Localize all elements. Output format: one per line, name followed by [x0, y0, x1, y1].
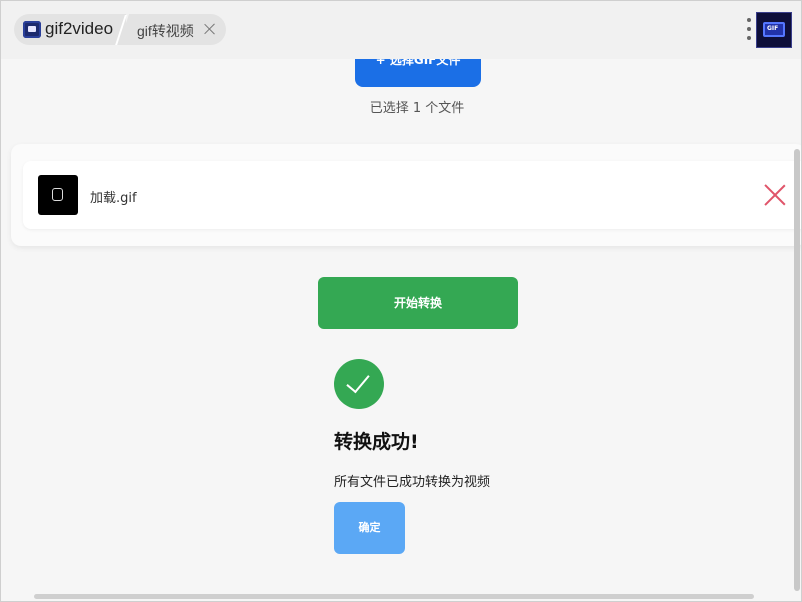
select-gif-button-label: + 选择GIF文件 [375, 59, 461, 67]
main-content: + 选择GIF文件 已选择 1 个文件 加载.gif 开始转换 转换成功! 所有… [1, 59, 801, 601]
more-vertical-icon[interactable] [745, 17, 753, 41]
file-list-item: 加载.gif [23, 161, 801, 229]
avatar[interactable]: GIF [756, 12, 792, 48]
app-window: gif2video gif转视频 GIF + 选择GIF文件 已选择 1 个文件… [0, 0, 802, 602]
success-title: 转换成功! [334, 431, 419, 453]
file-list-panel: 加载.gif [11, 144, 801, 246]
gif-thumbnail-icon [38, 175, 78, 215]
close-icon[interactable] [203, 22, 217, 36]
horizontal-scrollbar[interactable] [34, 594, 754, 599]
app-tab-label: gif2video [45, 19, 114, 38]
select-gif-button[interactable]: + 选择GIF文件 [355, 59, 481, 87]
confirm-button[interactable]: 确定 [334, 502, 405, 554]
remove-file-close-icon[interactable] [764, 184, 786, 206]
page-tab-label: gif转视频 [137, 23, 194, 39]
page-tab[interactable]: gif转视频 [119, 14, 226, 45]
gif2video-app-icon [23, 21, 41, 38]
success-message: 所有文件已成功转换为视频 [334, 475, 491, 490]
file-name: 加载.gif [90, 191, 137, 206]
vertical-scrollbar[interactable] [794, 149, 800, 591]
title-bar: gif2video gif转视频 GIF [1, 1, 801, 59]
selected-count: 已选择 1 个文件 [369, 101, 465, 116]
start-conversion-button[interactable]: 开始转换 [318, 277, 518, 329]
app-tab[interactable]: gif2video [14, 14, 126, 45]
check-circle-icon [334, 359, 384, 409]
avatar-badge: GIF [767, 25, 779, 32]
